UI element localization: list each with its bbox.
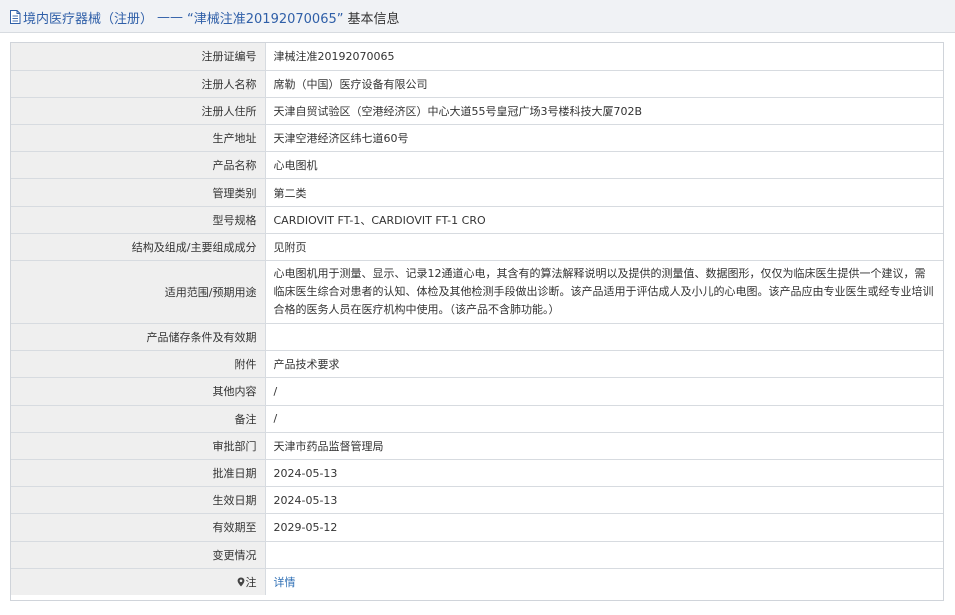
row-label: 注册证编号: [11, 43, 266, 71]
document-icon: [10, 10, 21, 24]
row-value: 见附页: [265, 233, 943, 262]
row-label: 生产地址: [11, 124, 266, 153]
row-value: 第二类: [265, 178, 943, 207]
row-value: 心电图机: [265, 151, 943, 180]
table-row: 批准日期 2024-05-13: [11, 459, 943, 488]
table-row: 注册人住所 天津自贸试验区（空港经济区）中心大道55号皇冠广场3号楼科技大厦70…: [11, 97, 943, 126]
row-label: 批准日期: [11, 459, 266, 488]
table-row: 变更情况: [11, 541, 943, 569]
row-label: 型号规格: [11, 206, 266, 234]
title-registration-number: “津械注准20192070065”: [187, 11, 344, 27]
row-label: 生效日期: [11, 486, 266, 515]
row-label: 有效期至: [11, 513, 266, 542]
row-value: /: [265, 405, 943, 433]
row-label: 变更情况: [11, 541, 266, 569]
row-value: [265, 323, 943, 352]
row-label: 产品名称: [11, 151, 266, 180]
table-row: 注册人名称 席勒（中国）医疗设备有限公司: [11, 70, 943, 98]
note-row: 注 详情: [11, 568, 943, 596]
row-label: 注册人名称: [11, 70, 266, 98]
row-value: 席勒（中国）医疗设备有限公司: [265, 70, 943, 98]
row-value: 天津自贸试验区（空港经济区）中心大道55号皇冠广场3号楼科技大厦702B: [265, 97, 943, 126]
row-value: 2024-05-13: [265, 486, 943, 515]
table-row: 适用范围/预期用途 心电图机用于测量、显示、记录12通道心电，其含有的算法解释说…: [11, 260, 943, 324]
title-suffix: 基本信息: [347, 11, 400, 27]
table-row: 管理类别 第二类: [11, 178, 943, 207]
row-value: [265, 541, 943, 569]
table-row: 型号规格 CARDIOVIT FT-1、CARDIOVIT FT-1 CRO: [11, 206, 943, 234]
row-value: CARDIOVIT FT-1、CARDIOVIT FT-1 CRO: [265, 206, 943, 234]
note-value: 详情: [265, 568, 943, 595]
note-label: 注: [11, 568, 266, 596]
table-row: 生产地址 天津空港经济区纬七道60号: [11, 124, 943, 153]
detail-table: 注册证编号 津械注准20192070065 注册人名称 席勒（中国）医疗设备有限…: [10, 42, 944, 601]
row-value: 2024-05-13: [265, 459, 943, 488]
row-label: 其他内容: [11, 377, 266, 406]
row-label: 产品储存条件及有效期: [11, 323, 266, 352]
note-label-text: 注: [245, 576, 257, 590]
row-value: 天津空港经济区纬七道60号: [265, 124, 943, 153]
row-value: 2029-05-12: [265, 513, 943, 542]
row-label: 注册人住所: [11, 97, 266, 126]
row-label: 审批部门: [11, 432, 266, 460]
table-row: 备注 /: [11, 405, 943, 433]
row-value: 天津市药品监督管理局: [265, 432, 943, 460]
table-row: 附件 产品技术要求: [11, 350, 943, 379]
page-title: 境内医疗器械（注册） —— “津械注准20192070065” 基本信息: [9, 8, 400, 27]
row-label: 附件: [11, 350, 266, 379]
table-row: 审批部门 天津市药品监督管理局: [11, 432, 943, 460]
title-category: 境内医疗器械（注册）: [23, 11, 154, 27]
table-row: 结构及组成/主要组成成分 见附页: [11, 233, 943, 262]
row-label: 备注: [11, 405, 266, 433]
row-label: 结构及组成/主要组成成分: [11, 233, 266, 262]
table-row: 产品储存条件及有效期: [11, 323, 943, 352]
table-row: 其他内容 /: [11, 377, 943, 406]
table-row: 产品名称 心电图机: [11, 151, 943, 180]
row-value: /: [265, 377, 943, 406]
row-label: 管理类别: [11, 178, 266, 207]
table-row: 生效日期 2024-05-13: [11, 486, 943, 515]
page-header: 境内医疗器械（注册） —— “津械注准20192070065” 基本信息: [0, 0, 955, 33]
row-value: 津械注准20192070065: [265, 43, 943, 71]
row-label: 适用范围/预期用途: [11, 260, 266, 324]
table-row: 有效期至 2029-05-12: [11, 513, 943, 542]
location-pin-icon: [237, 577, 244, 587]
table-row: 注册证编号 津械注准20192070065: [11, 43, 943, 71]
details-link[interactable]: 详情: [274, 576, 296, 589]
row-value: 产品技术要求: [265, 350, 943, 379]
row-value: 心电图机用于测量、显示、记录12通道心电，其含有的算法解释说明以及提供的测量值、…: [265, 260, 943, 324]
title-separator: ——: [157, 9, 184, 25]
